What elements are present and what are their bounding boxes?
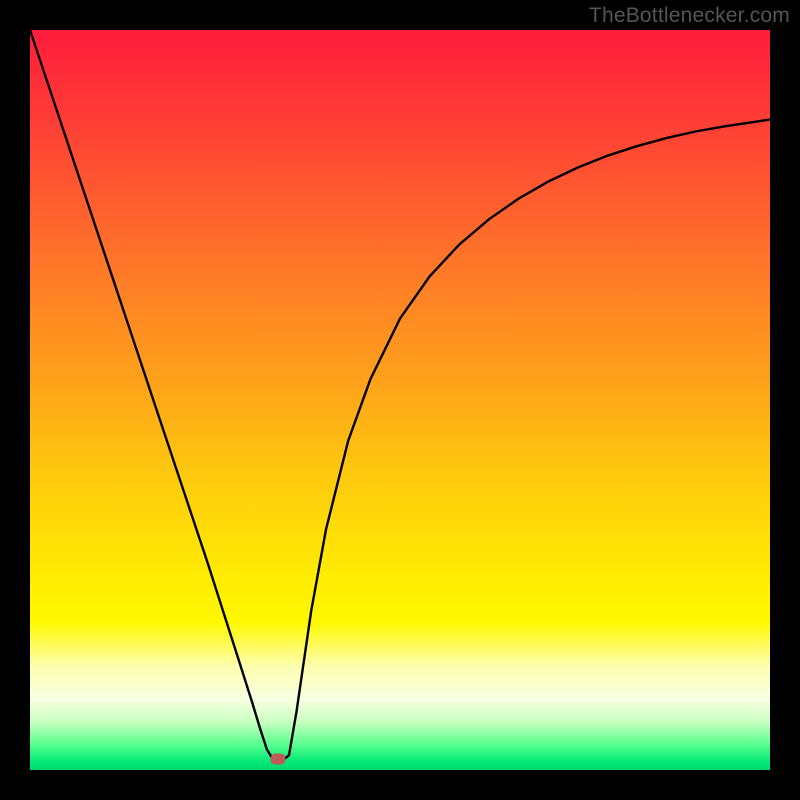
curve-layer	[30, 30, 770, 770]
bottleneck-curve	[30, 30, 770, 761]
chart-frame: TheBottlenecker.com	[0, 0, 800, 800]
optimum-marker	[270, 753, 285, 764]
plot-area	[30, 30, 770, 770]
source-label: TheBottlenecker.com	[589, 4, 790, 28]
